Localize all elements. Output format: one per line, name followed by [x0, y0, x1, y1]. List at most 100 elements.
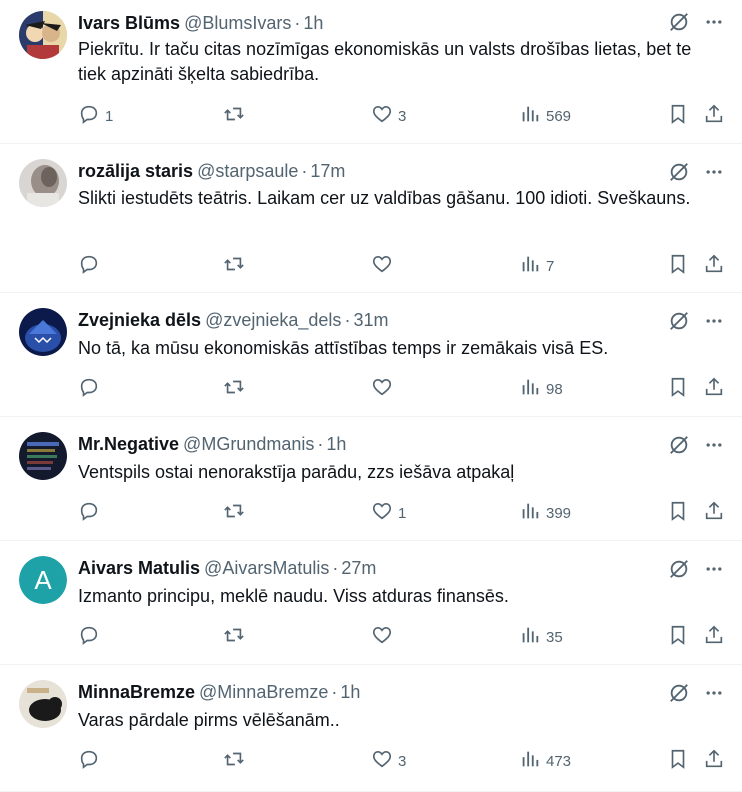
reply-icon	[78, 376, 100, 402]
author-handle[interactable]: @MinnaBremze	[199, 682, 328, 702]
more-icon[interactable]	[704, 12, 724, 32]
timestamp[interactable]: 27m	[341, 558, 376, 578]
post[interactable]: A Aivars Matulis @AivarsMatulis · 27m Izman…	[0, 541, 742, 665]
author-handle[interactable]: @starpsaule	[197, 161, 298, 181]
views-button[interactable]: 35	[519, 625, 563, 649]
like-button[interactable]	[371, 254, 398, 278]
share-icon	[703, 103, 725, 129]
post[interactable]: rozālija staris @starpsaule · 17m Slikti ie…	[0, 144, 742, 293]
author-name[interactable]: Ivars Blūms	[78, 13, 180, 33]
like-button[interactable]: 3	[371, 749, 406, 773]
grok-icon[interactable]	[668, 558, 690, 580]
post[interactable]: Mr.Negative @MGrundmanis · 1h Ventspils ost…	[0, 417, 742, 541]
avatar[interactable]	[19, 432, 67, 480]
views-button[interactable]: 98	[519, 377, 563, 401]
bookmark-button[interactable]	[667, 749, 689, 773]
reply-button[interactable]: 1	[78, 104, 113, 128]
like-button[interactable]: 3	[371, 104, 406, 128]
heart-icon	[371, 500, 393, 526]
separator: ·	[294, 13, 301, 33]
bookmark-button[interactable]	[667, 377, 689, 401]
grok-icon[interactable]	[668, 11, 690, 33]
bookmark-button[interactable]	[667, 501, 689, 525]
post-top-actions	[668, 11, 724, 33]
views-button[interactable]: 569	[519, 104, 571, 128]
share-button[interactable]	[703, 625, 725, 649]
reply-icon	[78, 624, 100, 650]
author-handle[interactable]: @zvejnieka_dels	[205, 310, 341, 330]
post-header: rozālija staris @starpsaule · 17m	[78, 160, 662, 182]
bookmark-button[interactable]	[667, 254, 689, 278]
reply-button[interactable]	[78, 501, 105, 525]
post-text: Izmanto principu, meklē naudu. Viss atdu…	[78, 586, 509, 606]
avatar[interactable]: A	[19, 556, 67, 604]
more-icon[interactable]	[704, 311, 724, 331]
bookmark-button[interactable]	[667, 625, 689, 649]
post[interactable]: Ivars Blūms @BlumsIvars · 1h Piekrītu. Ir t…	[0, 0, 742, 144]
author-name[interactable]: MinnaBremze	[78, 682, 195, 702]
author-name[interactable]: Zvejnieka dēls	[78, 310, 201, 330]
repost-button[interactable]	[222, 377, 251, 401]
repost-button[interactable]	[222, 104, 251, 128]
avatar-letter: A	[19, 556, 67, 604]
reply-button[interactable]	[78, 625, 105, 649]
timestamp[interactable]: 1h	[303, 13, 323, 33]
grok-icon[interactable]	[668, 434, 690, 456]
author-name[interactable]: rozālija staris	[78, 161, 193, 181]
timestamp[interactable]: 1h	[326, 434, 346, 454]
more-icon[interactable]	[704, 435, 724, 455]
like-button[interactable]	[371, 625, 398, 649]
reply-button[interactable]	[78, 254, 105, 278]
repost-icon	[222, 624, 246, 650]
author-name[interactable]: Aivars Matulis	[78, 558, 200, 578]
post[interactable]: Zvejnieka dēls @zvejnieka_dels · 31m No tā,…	[0, 293, 742, 417]
avatar[interactable]	[19, 159, 67, 207]
bookmark-button[interactable]	[667, 104, 689, 128]
repost-button[interactable]	[222, 749, 251, 773]
post[interactable]: MinnaBremze @MinnaBremze · 1h Varas pārdale…	[0, 665, 742, 792]
like-button[interactable]	[371, 377, 398, 401]
avatar[interactable]	[19, 11, 67, 59]
post-header: Zvejnieka dēls @zvejnieka_dels · 31m	[78, 309, 662, 331]
share-button[interactable]	[703, 501, 725, 525]
share-icon	[703, 748, 725, 774]
post-header: Aivars Matulis @AivarsMatulis · 27m	[78, 557, 662, 579]
more-icon[interactable]	[704, 559, 724, 579]
post-actions: 1 399	[78, 501, 726, 525]
share-button[interactable]	[703, 377, 725, 401]
grok-icon[interactable]	[668, 682, 690, 704]
views-button[interactable]: 473	[519, 749, 571, 773]
repost-button[interactable]	[222, 501, 251, 525]
grok-icon[interactable]	[668, 161, 690, 183]
more-icon[interactable]	[704, 683, 724, 703]
views-button[interactable]: 399	[519, 501, 571, 525]
timestamp[interactable]: 31m	[353, 310, 388, 330]
repost-button[interactable]	[222, 254, 251, 278]
more-icon[interactable]	[704, 162, 724, 182]
author-name[interactable]: Mr.Negative	[78, 434, 179, 454]
share-button[interactable]	[703, 254, 725, 278]
reply-button[interactable]	[78, 377, 105, 401]
author-handle[interactable]: @MGrundmanis	[183, 434, 314, 454]
avatar[interactable]	[19, 680, 67, 728]
grok-icon[interactable]	[668, 310, 690, 332]
reply-feed: Ivars Blūms @BlumsIvars · 1h Piekrītu. Ir t…	[0, 0, 742, 792]
share-icon	[703, 253, 725, 279]
reply-button[interactable]	[78, 749, 105, 773]
separator: ·	[332, 558, 339, 578]
heart-icon	[371, 376, 393, 402]
repost-button[interactable]	[222, 625, 251, 649]
like-button[interactable]: 1	[371, 501, 406, 525]
author-handle[interactable]: @AivarsMatulis	[204, 558, 329, 578]
views-button[interactable]: 7	[519, 254, 554, 278]
timestamp[interactable]: 1h	[340, 682, 360, 702]
post-actions: 1 3 569	[78, 104, 726, 128]
share-button[interactable]	[703, 104, 725, 128]
reply-icon	[78, 748, 100, 774]
share-button[interactable]	[703, 749, 725, 773]
avatar[interactable]	[19, 308, 67, 356]
author-handle[interactable]: @BlumsIvars	[184, 13, 291, 33]
heart-icon	[371, 624, 393, 650]
separator: ·	[331, 682, 338, 702]
timestamp[interactable]: 17m	[310, 161, 345, 181]
